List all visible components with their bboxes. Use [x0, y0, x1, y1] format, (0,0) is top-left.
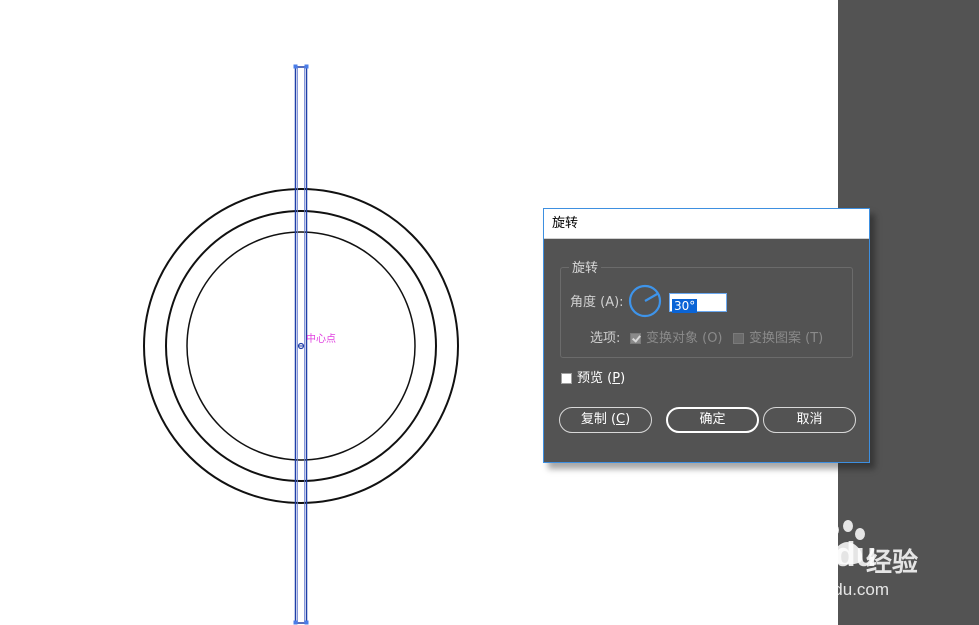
angle-dial-icon[interactable]	[628, 284, 662, 318]
transform-patterns-label: 变换图案 (T)	[749, 331, 824, 346]
watermark-brand-cn: 经验	[866, 548, 919, 578]
anchor-handle-top-left[interactable]	[293, 64, 298, 69]
angle-input[interactable]: 30°	[669, 293, 727, 313]
watermark-brand: Bai du	[752, 536, 877, 574]
preview-checkbox[interactable]	[561, 373, 572, 384]
angle-label: 角度 (A):	[570, 295, 624, 310]
transform-objects-label: 变换对象 (O)	[646, 331, 723, 346]
cancel-button[interactable]: 取消	[763, 407, 856, 433]
transform-patterns-checkbox[interactable]	[733, 333, 744, 344]
anchor-handle-bottom-left[interactable]	[293, 620, 298, 625]
options-label: 选项:	[590, 331, 621, 346]
baidu-jingyan-watermark: Bai du 经验 jingyan.baidu.com	[750, 520, 979, 610]
copy-button[interactable]: 复制 (C)	[559, 407, 652, 433]
anchor-handle-bottom-right[interactable]	[304, 620, 309, 625]
angle-input-value: 30°	[672, 299, 698, 313]
dialog-titlebar[interactable]: 旋转	[544, 209, 869, 239]
ok-button[interactable]: 确定	[666, 407, 759, 433]
transform-objects-checkbox[interactable]	[630, 333, 641, 344]
rotate-dialog[interactable]: 旋转 旋转 角度 (A): 30° 选项: 变换对象 (O) 变换图案 (T) …	[543, 208, 870, 463]
watermark-url: jingyan.baidu.com	[752, 580, 890, 599]
preview-label: 预览 (P)	[577, 371, 626, 386]
rotate-group-label: 旋转	[569, 261, 602, 277]
center-point-label: 中心点	[306, 334, 336, 345]
anchor-handle-top-right[interactable]	[304, 64, 309, 69]
